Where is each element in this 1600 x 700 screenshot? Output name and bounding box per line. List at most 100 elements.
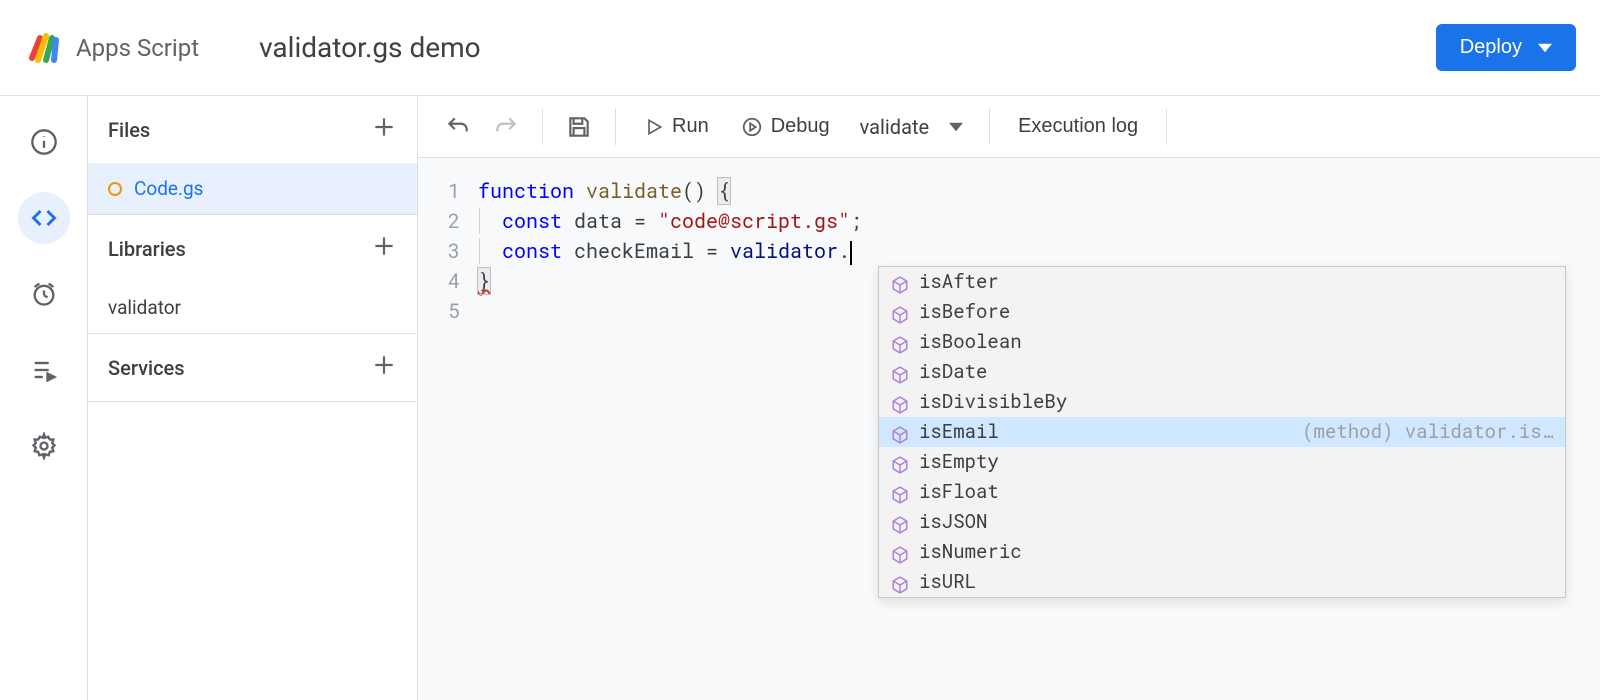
- library-name: validator: [108, 296, 181, 319]
- editor-toolbar: Run Debug validate Execution log: [418, 96, 1600, 158]
- autocomplete-item[interactable]: isAfter: [879, 267, 1565, 297]
- sidebar-libraries-header: Libraries: [88, 215, 417, 282]
- method-icon: [891, 453, 909, 471]
- line-number: 2: [418, 206, 460, 236]
- deploy-label: Deploy: [1460, 36, 1522, 59]
- rail-settings[interactable]: [18, 420, 70, 472]
- nav-rail: [0, 96, 88, 700]
- autocomplete-item[interactable]: isBoolean: [879, 327, 1565, 357]
- services-label: Services: [108, 356, 185, 380]
- autocomplete-popup: isAfterisBeforeisBooleanisDateisDivisibl…: [878, 266, 1566, 598]
- undo-icon: [445, 114, 471, 140]
- libraries-label: Libraries: [108, 237, 186, 261]
- sidebar-services-header: Services: [88, 334, 417, 401]
- editor-area: Run Debug validate Execution log 1 2 3 4: [418, 96, 1600, 700]
- method-icon: [891, 483, 909, 501]
- run-button[interactable]: Run: [632, 107, 721, 146]
- sidebar-files-section: Files Code.gs: [88, 96, 417, 215]
- autocomplete-label: isDate: [919, 357, 987, 387]
- run-label: Run: [672, 115, 709, 138]
- code-line-1[interactable]: function validate() {: [478, 176, 1600, 206]
- redo-icon: [493, 114, 519, 140]
- text-cursor: [850, 241, 852, 265]
- autocomplete-item[interactable]: isEmail (method) validator.is…: [879, 417, 1565, 447]
- autocomplete-item[interactable]: isDivisibleBy: [879, 387, 1565, 417]
- code-editor[interactable]: 1 2 3 4 5 function validate() { const da…: [418, 158, 1600, 700]
- rail-overview[interactable]: [18, 116, 70, 168]
- app-header: Apps Script validator.gs demo Deploy: [0, 0, 1600, 96]
- apps-script-logo-icon: [24, 28, 64, 68]
- library-item-validator[interactable]: validator: [88, 282, 417, 333]
- toolbar-divider: [989, 109, 990, 145]
- execution-log-label: Execution log: [1018, 115, 1138, 138]
- autocomplete-label: isBoolean: [919, 327, 1022, 357]
- redo-button[interactable]: [486, 107, 526, 147]
- autocomplete-item[interactable]: isEmpty: [879, 447, 1565, 477]
- autocomplete-label: isNumeric: [919, 537, 1022, 567]
- plus-icon: [371, 233, 397, 259]
- autocomplete-item[interactable]: isFloat: [879, 477, 1565, 507]
- toolbar-divider: [1166, 109, 1167, 145]
- add-library-button[interactable]: [371, 233, 397, 264]
- plus-icon: [371, 114, 397, 140]
- autocomplete-item[interactable]: isBefore: [879, 297, 1565, 327]
- add-file-button[interactable]: [371, 114, 397, 145]
- toolbar-divider: [615, 109, 616, 145]
- debug-button[interactable]: Debug: [729, 107, 842, 146]
- sidebar-services-section: Services: [88, 334, 417, 402]
- execution-log-button[interactable]: Execution log: [1006, 107, 1150, 146]
- line-number: 5: [418, 296, 460, 326]
- autocomplete-item[interactable]: isURL: [879, 567, 1565, 597]
- rail-triggers[interactable]: [18, 268, 70, 320]
- main-layout: Files Code.gs Libraries validator: [0, 96, 1600, 700]
- sidebar: Files Code.gs Libraries validator: [88, 96, 418, 700]
- plus-icon: [371, 352, 397, 378]
- toolbar-divider: [542, 109, 543, 145]
- autocomplete-label: isDivisibleBy: [919, 387, 1067, 417]
- line-number: 3: [418, 236, 460, 266]
- save-icon: [566, 114, 592, 140]
- file-item-code-gs[interactable]: Code.gs: [88, 163, 417, 214]
- chevron-down-icon: [949, 120, 963, 134]
- method-icon: [891, 303, 909, 321]
- method-icon: [891, 513, 909, 531]
- autocomplete-label: isBefore: [919, 297, 1010, 327]
- autocomplete-item[interactable]: isJSON: [879, 507, 1565, 537]
- line-number: 1: [418, 176, 460, 206]
- code-line-3[interactable]: const checkEmail = validator.: [478, 236, 1600, 266]
- autocomplete-item[interactable]: isNumeric: [879, 537, 1565, 567]
- method-icon: [891, 363, 909, 381]
- method-icon: [891, 393, 909, 411]
- method-icon: [891, 543, 909, 561]
- autocomplete-label: isEmail: [919, 417, 999, 447]
- method-icon: [891, 573, 909, 591]
- play-icon: [644, 117, 664, 137]
- autocomplete-label: isURL: [919, 567, 976, 597]
- function-selected: validate: [860, 115, 929, 139]
- logo-wrap: Apps Script: [24, 28, 199, 68]
- line-number: 4: [418, 266, 460, 296]
- rail-executions[interactable]: [18, 344, 70, 396]
- autocomplete-item[interactable]: isDate: [879, 357, 1565, 387]
- save-button[interactable]: [559, 107, 599, 147]
- app-name: Apps Script: [76, 34, 199, 62]
- rail-editor[interactable]: [18, 192, 70, 244]
- deploy-button[interactable]: Deploy: [1436, 24, 1576, 71]
- autocomplete-label: isAfter: [919, 267, 999, 297]
- sidebar-files-header: Files: [88, 96, 417, 163]
- debug-label: Debug: [771, 115, 830, 138]
- sidebar-libraries-section: Libraries validator: [88, 215, 417, 334]
- code-content[interactable]: function validate() { const data = "code…: [478, 176, 1600, 700]
- method-icon: [891, 333, 909, 351]
- debug-icon: [741, 116, 763, 138]
- code-line-2[interactable]: const data = "code@script.gs";: [478, 206, 1600, 236]
- add-service-button[interactable]: [371, 352, 397, 383]
- chevron-down-icon: [1538, 41, 1552, 55]
- function-selector[interactable]: validate: [850, 115, 973, 139]
- unsaved-indicator-icon: [108, 182, 122, 196]
- undo-button[interactable]: [438, 107, 478, 147]
- project-title[interactable]: validator.gs demo: [259, 31, 481, 64]
- line-gutter: 1 2 3 4 5: [418, 176, 478, 700]
- autocomplete-detail: (method) validator.is…: [1302, 417, 1553, 447]
- autocomplete-label: isEmpty: [919, 447, 999, 477]
